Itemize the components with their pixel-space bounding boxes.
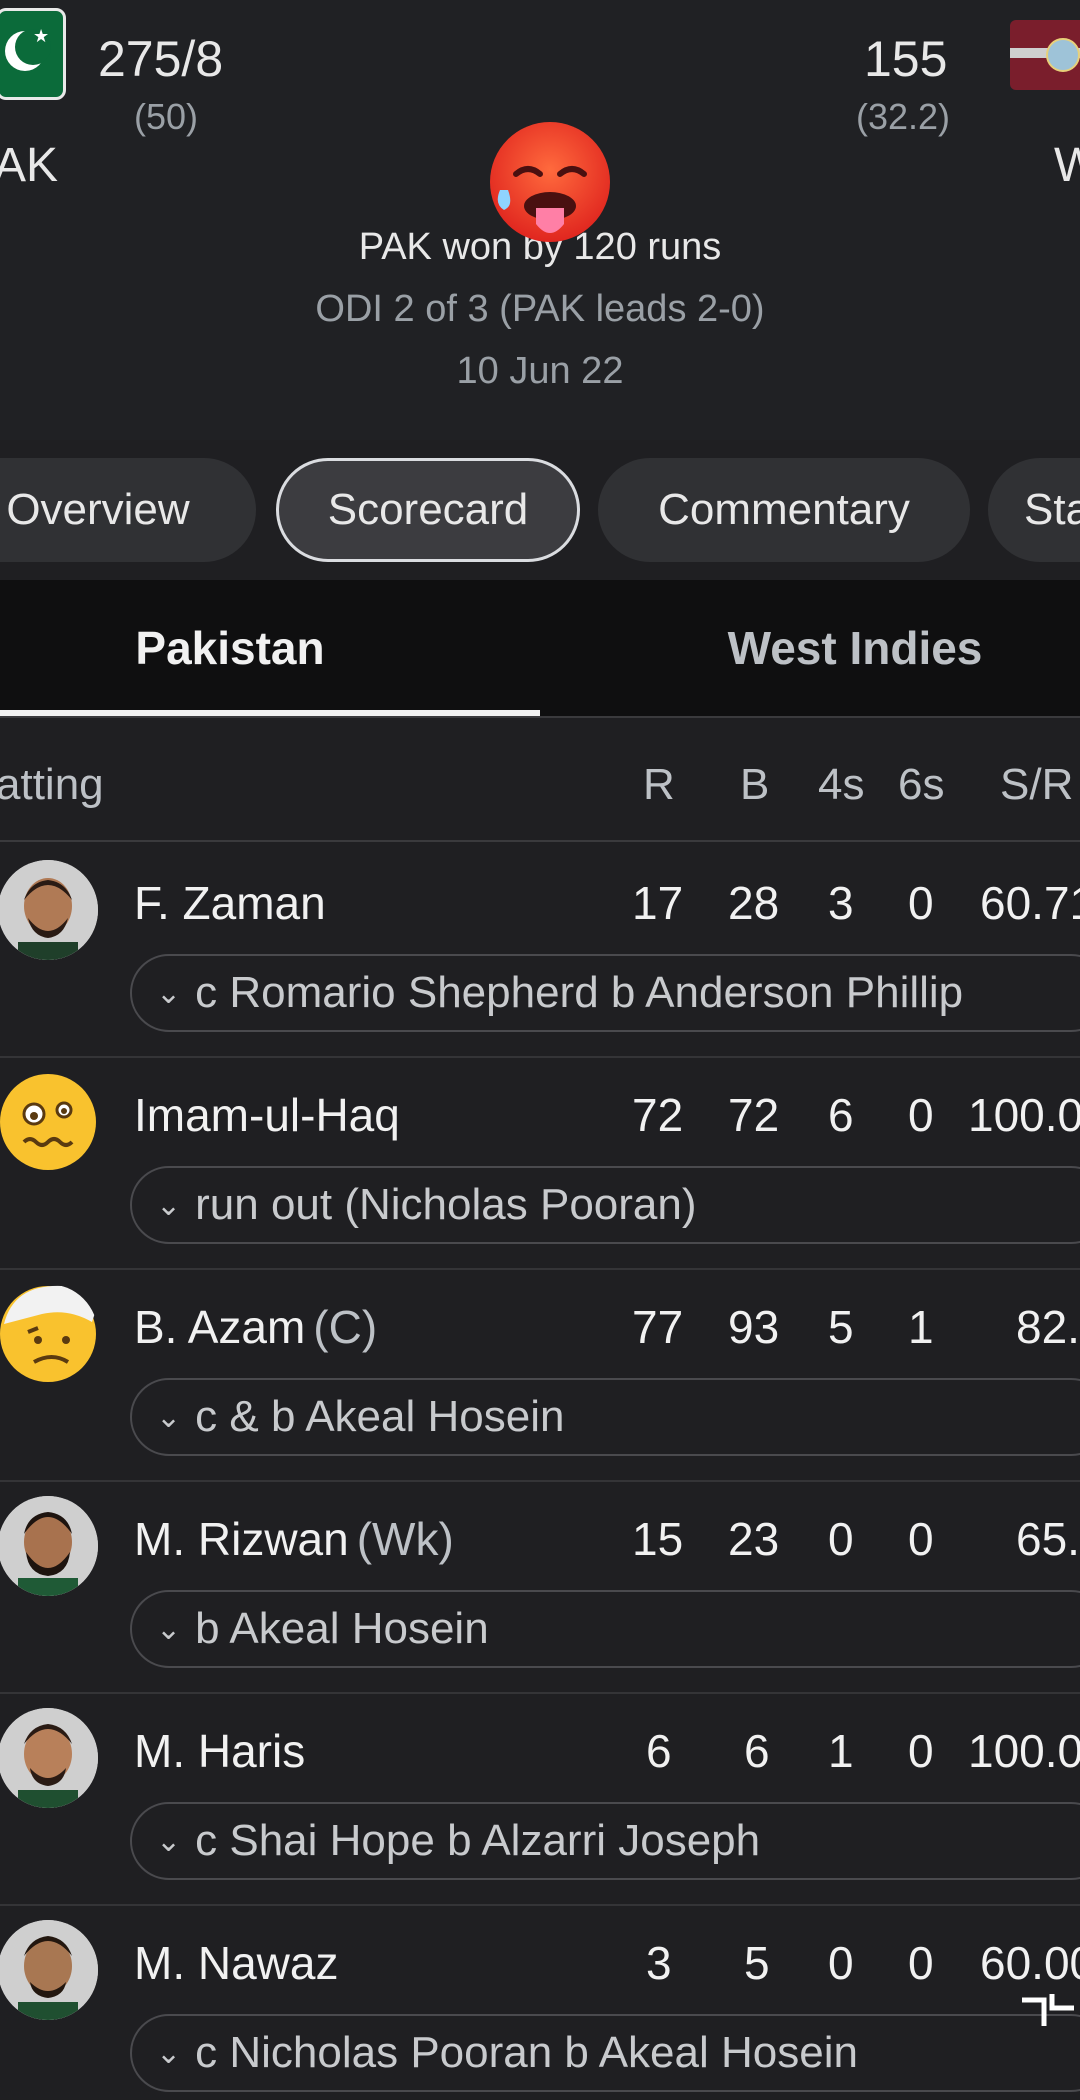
tab-stats[interactable]: Sta <box>988 458 1080 562</box>
player-balls: 93 <box>728 1301 780 1353</box>
dismissal-text: run out (Nicholas Pooran) <box>195 1180 697 1229</box>
player-balls: 6 <box>744 1725 770 1777</box>
player-strike-rate: 82.80 <box>1016 1301 1080 1353</box>
woozy-face-emoji <box>0 1072 98 1172</box>
tab-commentary[interactable]: Commentary <box>598 458 970 562</box>
dismissal-toggle[interactable]: ⌄ run out (Nicholas Pooran) <box>130 1166 1080 1244</box>
player-runs: 3 <box>646 1937 672 1989</box>
player-name: M. Nawaz <box>134 1937 339 1989</box>
away-overs: (32.2) <box>856 96 951 137</box>
player-runs: 15 <box>632 1513 684 1565</box>
player-role: (Wk) <box>356 1513 454 1565</box>
player-sixes: 0 <box>908 1513 934 1565</box>
player-fours: 0 <box>828 1937 854 1989</box>
player-row[interactable]: M. Haris 6 6 1 0 100.00 ⌄ c Shai Hope b … <box>0 1694 1080 1906</box>
dismissal-toggle[interactable]: ⌄ c Nicholas Pooran b Akeal Hosein <box>130 2014 1080 2092</box>
match-header: ★ 275/8 (50) AK 155 (32.2) W PAK won by … <box>0 0 1080 440</box>
player-runs: 72 <box>632 1089 684 1141</box>
player-fours: 6 <box>828 1089 854 1141</box>
tab-scorecard[interactable]: Scorecard <box>276 458 580 562</box>
player-row[interactable]: M. Rizwan(Wk) 15 23 0 0 65.22 ⌄ b Akeal … <box>0 1482 1080 1694</box>
player-name: M. Rizwan (Wk) <box>134 1513 454 1565</box>
player-strike-rate: 65.22 <box>1016 1513 1080 1565</box>
batting-header-row: atting R B 4s 6s S/R <box>0 760 1080 840</box>
player-fours: 0 <box>828 1513 854 1565</box>
player-row[interactable]: Imam-ul-Haq 72 72 6 0 100.00 ⌄ run out (… <box>0 1058 1080 1270</box>
col-runs: R <box>643 760 675 809</box>
player-row[interactable]: M. Nawaz 3 5 0 0 60.00 ⌄ c Nicholas Poor… <box>0 1906 1080 2100</box>
home-team-code: AK <box>0 139 59 192</box>
west-indies-flag-icon <box>1010 20 1080 90</box>
player-balls: 5 <box>744 1937 770 1989</box>
bandaged-face-emoji <box>0 1284 98 1384</box>
player-avatar <box>0 1708 98 1808</box>
batting-label: atting <box>0 760 104 809</box>
chevron-down-icon: ⌄ <box>156 1188 182 1222</box>
player-sixes: 0 <box>908 1937 934 1989</box>
player-runs: 6 <box>646 1725 672 1777</box>
home-score: 275/8 <box>98 31 224 87</box>
dismissal-toggle[interactable]: ⌄ c Shai Hope b Alzarri Joseph <box>130 1802 1080 1880</box>
tab-divider <box>0 716 1080 718</box>
chevron-down-icon: ⌄ <box>156 976 182 1010</box>
player-avatar <box>0 1496 98 1596</box>
col-balls: B <box>740 760 770 809</box>
section-tabs: Overview Scorecard Commentary Sta <box>0 456 1080 568</box>
player-sixes: 0 <box>908 877 934 929</box>
player-sixes: 1 <box>908 1301 934 1353</box>
hot-face-emoji <box>490 122 610 242</box>
tab-overview[interactable]: Overview <box>0 458 256 562</box>
player-balls: 72 <box>728 1089 780 1141</box>
team-tab-west-indies[interactable]: West Indies <box>640 580 1070 716</box>
pakistan-flag-icon: ★ <box>0 8 66 100</box>
header-divider <box>0 840 1080 842</box>
player-role: (C) <box>313 1301 378 1353</box>
fullscreen-exit-icon[interactable] <box>1018 1990 1078 2030</box>
chevron-down-icon: ⌄ <box>156 2036 182 2070</box>
player-row[interactable]: B. Azam(C) 77 93 5 1 82.80 ⌄ c & b Akeal… <box>0 1270 1080 1482</box>
player-strike-rate: 60.71 <box>980 877 1080 929</box>
player-strike-rate: 100.00 <box>968 1725 1080 1777</box>
team-tab-pakistan[interactable]: Pakistan <box>0 580 460 716</box>
match-date: 10 Jun 22 <box>456 350 624 392</box>
dismissal-text: c Nicholas Pooran b Akeal Hosein <box>195 2028 858 2077</box>
dismissal-toggle[interactable]: ⌄ c Romario Shepherd b Anderson Phillip <box>130 954 1080 1032</box>
chevron-down-icon: ⌄ <box>156 1612 182 1646</box>
away-score: 155 <box>864 31 948 87</box>
dismissal-text: c Romario Shepherd b Anderson Phillip <box>195 968 964 1017</box>
player-avatar <box>0 860 98 960</box>
dismissal-toggle[interactable]: ⌄ c & b Akeal Hosein <box>130 1378 1080 1456</box>
col-strike-rate: S/R <box>1000 760 1074 809</box>
away-team-code: W <box>1054 139 1080 192</box>
dismissal-text: c Shai Hope b Alzarri Joseph <box>195 1816 761 1865</box>
col-fours: 4s <box>818 760 865 809</box>
series-info: ODI 2 of 3 (PAK leads 2-0) <box>315 288 765 330</box>
player-name: F. Zaman <box>134 877 326 929</box>
chevron-down-icon: ⌄ <box>156 1824 182 1858</box>
player-avatar <box>0 1920 98 2020</box>
team-tabs: Pakistan West Indies <box>0 580 1080 716</box>
player-name: M. Haris <box>134 1725 306 1777</box>
player-sixes: 0 <box>908 1725 934 1777</box>
scorecard-page: ★ 275/8 (50) AK 155 (32.2) W PAK won by … <box>0 0 1080 2100</box>
player-name: Imam-ul-Haq <box>134 1089 400 1141</box>
player-row[interactable]: F. Zaman 17 28 3 0 60.71 ⌄ c Romario She… <box>0 846 1080 1058</box>
dismissal-toggle[interactable]: ⌄ b Akeal Hosein <box>130 1590 1080 1668</box>
player-fours: 3 <box>828 877 854 929</box>
col-sixes: 6s <box>898 760 945 809</box>
player-name: B. Azam (C) <box>134 1301 378 1353</box>
player-runs: 77 <box>632 1301 684 1353</box>
dismissal-text: c & b Akeal Hosein <box>195 1392 565 1441</box>
player-strike-rate: 60.00 <box>980 1937 1080 1989</box>
player-runs: 17 <box>632 877 684 929</box>
chevron-down-icon: ⌄ <box>156 1400 182 1434</box>
player-strike-rate: 100.00 <box>968 1089 1080 1141</box>
home-overs: (50) <box>134 96 199 137</box>
dismissal-text: b Akeal Hosein <box>195 1604 489 1653</box>
player-balls: 28 <box>728 877 780 929</box>
player-fours: 1 <box>828 1725 854 1777</box>
player-sixes: 0 <box>908 1089 934 1141</box>
player-balls: 23 <box>728 1513 780 1565</box>
player-fours: 5 <box>828 1301 854 1353</box>
